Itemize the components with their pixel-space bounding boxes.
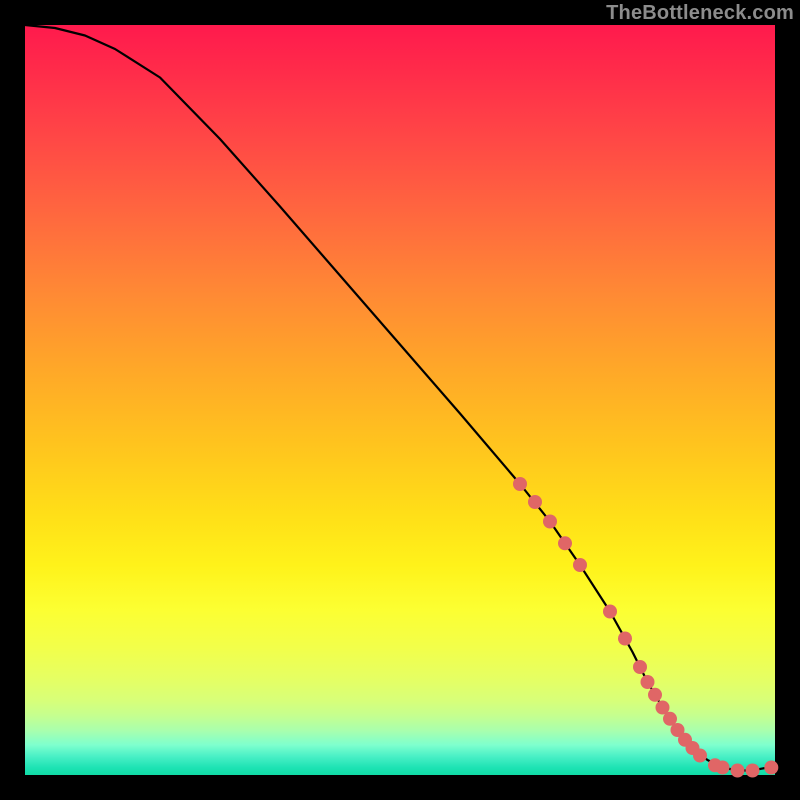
data-marker — [528, 495, 542, 509]
watermark-text: TheBottleneck.com — [606, 2, 794, 25]
data-marker — [633, 660, 647, 674]
markers-group — [513, 477, 778, 778]
data-marker — [764, 761, 778, 775]
plot-area — [25, 25, 775, 775]
data-marker — [641, 675, 655, 689]
data-marker — [513, 477, 527, 491]
data-marker — [603, 605, 617, 619]
data-marker — [746, 764, 760, 778]
data-marker — [716, 761, 730, 775]
chart-stage: TheBottleneck.com — [0, 0, 800, 800]
data-marker — [618, 632, 632, 646]
data-marker — [648, 688, 662, 702]
data-marker — [558, 536, 572, 550]
data-marker — [543, 515, 557, 529]
bottleneck-curve-line — [25, 25, 775, 771]
data-marker — [573, 558, 587, 572]
data-marker — [693, 749, 707, 763]
data-marker — [731, 764, 745, 778]
chart-svg — [25, 25, 775, 775]
